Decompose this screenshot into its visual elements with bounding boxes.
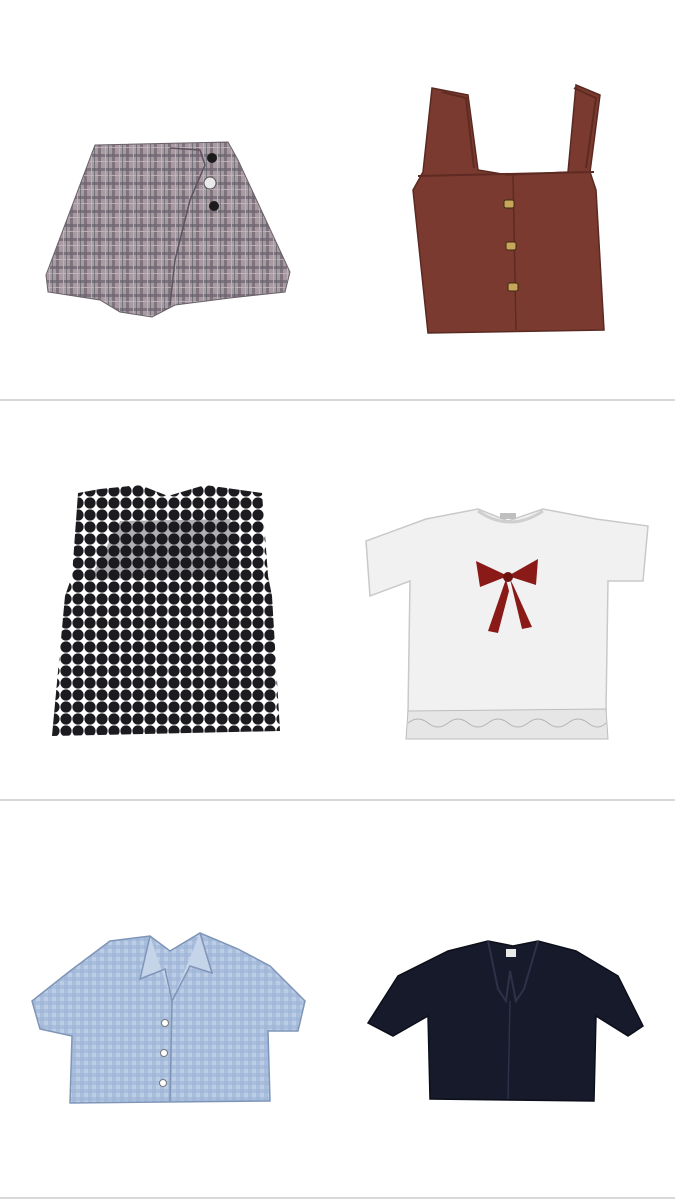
blue-gingham-crop-shirt-photo [0,801,337,1199]
black-circle-lace-top-photo [0,401,337,799]
photo-row-1 [0,0,675,398]
rust-knit-vest-image [412,83,605,334]
blue-gingham-crop-shirt-image [31,932,306,1104]
row-divider-3 [0,1197,675,1199]
photo-row-2 [0,401,675,799]
white-bow-tshirt-photo [338,401,675,799]
navy-mandarin-blouse-image [366,940,644,1102]
rust-knit-vest-photo [338,0,675,398]
plaid-skort-photo [0,0,337,398]
clothing-photo-grid [0,0,675,1200]
navy-mandarin-blouse-photo [338,801,675,1199]
black-circle-lace-top-image [52,485,280,736]
photo-row-3 [0,801,675,1199]
white-bow-tshirt-image [365,508,649,740]
plaid-skort-image [45,141,291,318]
